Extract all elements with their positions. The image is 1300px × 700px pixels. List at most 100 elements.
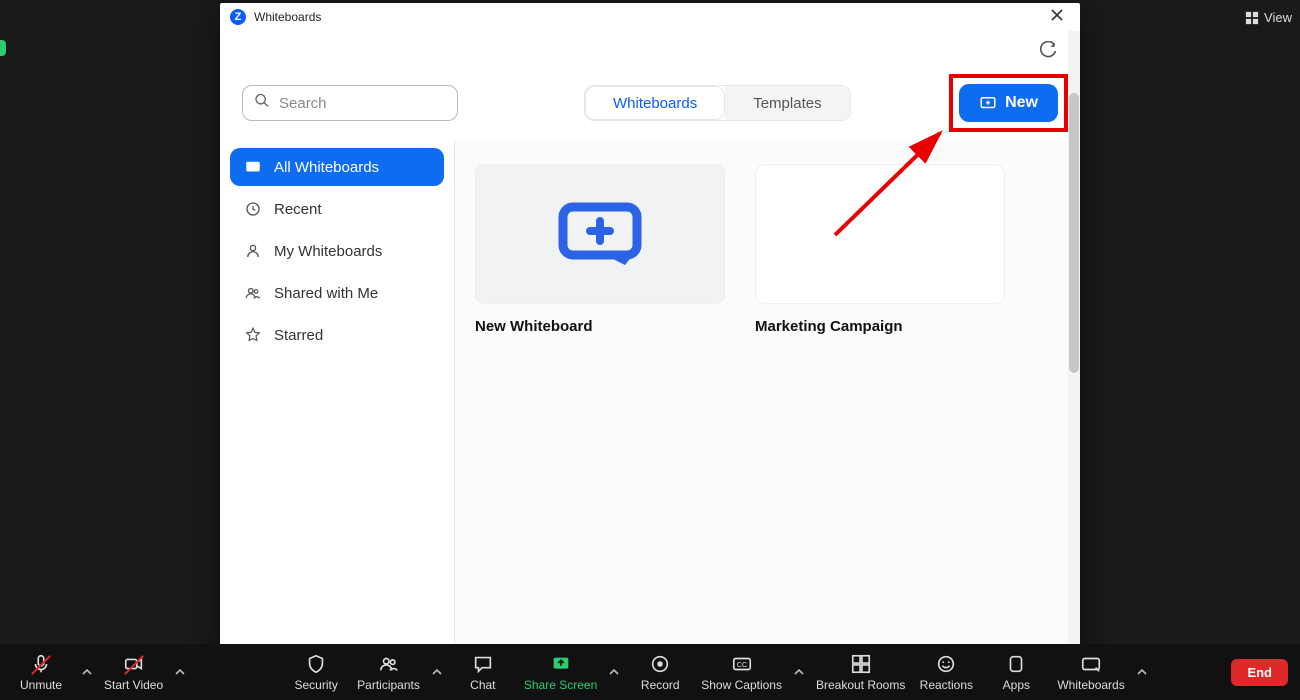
reactions-icon: [935, 653, 957, 675]
refresh-button[interactable]: [1038, 41, 1058, 66]
share-screen-button[interactable]: Share Screen: [518, 653, 603, 692]
star-icon: [244, 326, 262, 344]
shield-icon: [305, 653, 327, 675]
reactions-label: Reactions: [920, 678, 973, 692]
modal-header: Z Whiteboards: [220, 3, 1080, 31]
chevron-up-icon: [609, 667, 619, 677]
sidebar-item-shared-with-me[interactable]: Shared with Me: [230, 274, 444, 312]
whiteboard-icon: [1080, 653, 1102, 675]
sidebar: All Whiteboards Recent My Whiteboards Sh…: [220, 140, 454, 663]
card-title: Marketing Campaign: [755, 318, 1005, 335]
chat-button[interactable]: Chat: [448, 653, 518, 692]
chevron-up-icon: [1137, 667, 1147, 677]
whiteboards-label: Whiteboards: [1057, 678, 1124, 692]
reactions-button[interactable]: Reactions: [911, 653, 981, 692]
record-button[interactable]: Record: [625, 653, 695, 692]
chevron-up-icon: [82, 667, 92, 677]
share-screen-icon: [550, 653, 572, 675]
participants-button[interactable]: Participants: [351, 653, 426, 692]
cards-row: New Whiteboard Marketing Campaign: [475, 164, 1060, 335]
view-button[interactable]: View: [1245, 10, 1292, 25]
card-title: New Whiteboard: [475, 318, 725, 335]
modal-body: All Whiteboards Recent My Whiteboards Sh…: [220, 140, 1080, 663]
search-input[interactable]: [242, 85, 458, 121]
breakout-rooms-label: Breakout Rooms: [816, 678, 905, 692]
card-thumb: [475, 164, 725, 304]
sidebar-item-label: My Whiteboards: [274, 243, 382, 260]
share-screen-label: Share Screen: [524, 678, 597, 692]
scrollbar-thumb[interactable]: [1069, 93, 1079, 373]
new-whiteboard-large-icon: [555, 199, 645, 269]
participants-caret[interactable]: [426, 667, 448, 677]
whiteboards-button[interactable]: Whiteboards: [1051, 653, 1130, 692]
sidebar-item-label: Recent: [274, 201, 322, 218]
new-button[interactable]: New: [959, 84, 1058, 122]
person-icon: [244, 242, 262, 260]
tab-whiteboards[interactable]: Whiteboards: [585, 86, 725, 120]
view-label: View: [1264, 10, 1292, 25]
zoom-logo-icon: Z: [230, 9, 246, 25]
record-icon: [649, 653, 671, 675]
whiteboard-icon: [244, 158, 262, 176]
card-marketing-campaign[interactable]: Marketing Campaign: [755, 164, 1005, 335]
share-screen-caret[interactable]: [603, 667, 625, 677]
start-video-label: Start Video: [104, 678, 163, 692]
active-indicator: [0, 40, 6, 56]
sidebar-item-label: Shared with Me: [274, 285, 378, 302]
show-captions-button[interactable]: CC Show Captions: [695, 653, 788, 692]
video-options-caret[interactable]: [169, 667, 191, 677]
security-label: Security: [294, 678, 337, 692]
clock-icon: [244, 200, 262, 218]
close-button[interactable]: [1044, 6, 1070, 29]
modal-title: Whiteboards: [254, 10, 321, 24]
apps-label: Apps: [1003, 678, 1030, 692]
apps-button[interactable]: Apps: [981, 653, 1051, 692]
card-thumb: [755, 164, 1005, 304]
sidebar-item-all-whiteboards[interactable]: All Whiteboards: [230, 148, 444, 186]
close-icon: [1050, 8, 1064, 22]
unmute-label: Unmute: [20, 678, 62, 692]
content-area: New Whiteboard Marketing Campaign: [455, 140, 1080, 663]
refresh-icon: [1038, 41, 1058, 61]
scrollbar-track[interactable]: [1068, 31, 1080, 663]
segmented-control: Whiteboards Templates: [584, 85, 851, 121]
new-button-label: New: [1005, 94, 1038, 112]
modal-toolbar: Whiteboards Templates New: [220, 66, 1080, 140]
chevron-up-icon: [175, 667, 185, 677]
search-wrap: [242, 85, 458, 121]
people-icon: [244, 284, 262, 302]
security-button[interactable]: Security: [281, 653, 351, 692]
tab-templates[interactable]: Templates: [725, 86, 849, 120]
apps-icon: [1005, 653, 1027, 675]
new-button-wrap: New: [959, 84, 1058, 122]
audio-options-caret[interactable]: [76, 667, 98, 677]
captions-icon: CC: [731, 653, 753, 675]
sidebar-item-starred[interactable]: Starred: [230, 316, 444, 354]
sidebar-item-recent[interactable]: Recent: [230, 190, 444, 228]
breakout-icon: [850, 653, 872, 675]
search-icon: [254, 93, 270, 114]
record-label: Record: [641, 678, 680, 692]
card-new-whiteboard[interactable]: New Whiteboard: [475, 164, 725, 335]
captions-caret[interactable]: [788, 667, 810, 677]
whiteboards-modal: Z Whiteboards Whiteboards Templates New: [220, 3, 1080, 663]
chevron-up-icon: [432, 667, 442, 677]
participants-label: Participants: [357, 678, 420, 692]
chat-label: Chat: [470, 678, 495, 692]
sidebar-item-label: All Whiteboards: [274, 159, 379, 176]
chat-icon: [472, 653, 494, 675]
camera-off-icon: [123, 653, 145, 675]
show-captions-label: Show Captions: [701, 678, 782, 692]
sidebar-item-my-whiteboards[interactable]: My Whiteboards: [230, 232, 444, 270]
meeting-controls: Unmute Start Video Security Participants…: [0, 644, 1300, 700]
end-button[interactable]: End: [1231, 659, 1288, 686]
start-video-button[interactable]: Start Video: [98, 653, 169, 692]
whiteboards-caret[interactable]: [1131, 667, 1153, 677]
grid-icon: [1245, 11, 1259, 25]
mic-muted-icon: [30, 653, 52, 675]
svg-text:CC: CC: [736, 659, 747, 668]
new-whiteboard-icon: [979, 94, 997, 112]
unmute-button[interactable]: Unmute: [6, 653, 76, 692]
breakout-rooms-button[interactable]: Breakout Rooms: [810, 653, 911, 692]
sidebar-item-label: Starred: [274, 327, 323, 344]
